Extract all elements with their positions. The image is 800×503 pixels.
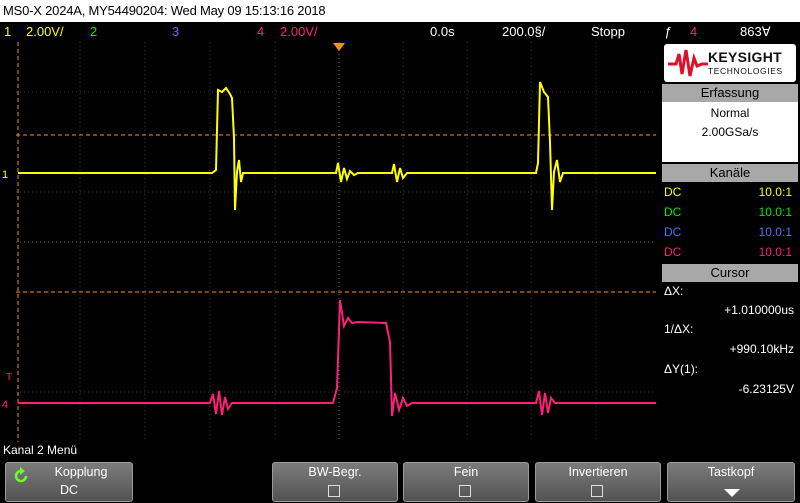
logo-name: KEYSIGHT: [708, 49, 782, 65]
keysight-logo: KEYSIGHT TECHNOLOGIES: [664, 44, 796, 82]
ch1-ground-marker: 1: [2, 169, 8, 181]
cursor-readouts[interactable]: ΔX: +1.010000us 1/ΔX: +990.10kHz ΔY(1): …: [662, 282, 798, 438]
probe-label: Tastkopf: [707, 465, 755, 479]
ch4-scale[interactable]: 2.00V/: [280, 22, 318, 42]
invert-checkbox[interactable]: [591, 485, 603, 497]
trigger-level[interactable]: 863∀: [740, 22, 771, 42]
trigger-level-marker: T: [6, 372, 12, 383]
delta-x-value: +1.010000us: [724, 303, 794, 317]
ch3-number[interactable]: 3: [172, 22, 179, 42]
delta-x-label: ΔX:: [664, 284, 684, 298]
trigger-edge-icon: ƒ: [664, 24, 672, 39]
ch1-number[interactable]: 1: [4, 22, 11, 42]
acquisition-mode: Normal: [710, 106, 750, 120]
delta-y-label: ΔY(1):: [664, 362, 699, 376]
keysight-wave-icon: [668, 49, 708, 77]
softkey-menu-title: Kanal 2 Menü: [3, 443, 78, 457]
inverse-delta-x-label: 1/ΔX:: [664, 322, 694, 336]
bw-limit-label: BW-Begr.: [308, 465, 362, 479]
bw-limit-checkbox[interactable]: [328, 485, 340, 497]
probe-softkey[interactable]: Tastkopf: [667, 462, 795, 502]
cursor-header[interactable]: Cursor: [662, 264, 798, 282]
coupling-softkey[interactable]: Kopplung DC: [5, 462, 133, 502]
sample-rate: 2.00GSa/s: [701, 125, 759, 139]
horizontal-delay[interactable]: 0.0s: [430, 22, 455, 42]
submenu-arrow-down-icon: [724, 489, 740, 497]
fine-softkey[interactable]: Fein: [403, 462, 529, 502]
run-state[interactable]: Stopp: [591, 22, 625, 42]
ch4-number[interactable]: 4: [257, 22, 264, 42]
coupling-label: Kopplung: [54, 465, 108, 479]
logo-subtitle: TECHNOLOGIES: [708, 66, 783, 76]
ch2-number[interactable]: 2: [90, 22, 97, 42]
fine-checkbox[interactable]: [459, 485, 471, 497]
window-title: MS0-X 2024A, MY54490204: Wed May 09 15:1…: [0, 0, 800, 22]
timebase[interactable]: 200.0§/: [502, 22, 545, 42]
ch1-scale[interactable]: 2.00V/: [26, 22, 64, 42]
invert-softkey[interactable]: Invertieren: [535, 462, 661, 502]
invert-label: Invertieren: [568, 465, 628, 479]
waveform-display[interactable]: 1 4 T: [0, 42, 660, 442]
status-bar: 1 2.00V/ 2 3 4 2.00V/ 0.0s 200.0§/ Stopp…: [0, 22, 800, 42]
acquisition-header[interactable]: Erfassung: [662, 84, 798, 102]
bw-limit-softkey[interactable]: BW-Begr.: [272, 462, 398, 502]
delta-y-value: -6.23125V: [738, 382, 794, 396]
ch4-ground-marker: 4: [2, 399, 8, 411]
fine-label: Fein: [453, 465, 479, 479]
coupling-value: DC: [59, 483, 79, 497]
trigger-source[interactable]: 4: [690, 22, 697, 42]
channels-header[interactable]: Kanäle: [662, 164, 798, 182]
side-panel: KEYSIGHT TECHNOLOGIES Erfassung Normal 2…: [660, 42, 800, 442]
inverse-delta-x-value: +990.10kHz: [729, 342, 794, 356]
acquisition-box[interactable]: Normal 2.00GSa/s: [662, 102, 798, 162]
